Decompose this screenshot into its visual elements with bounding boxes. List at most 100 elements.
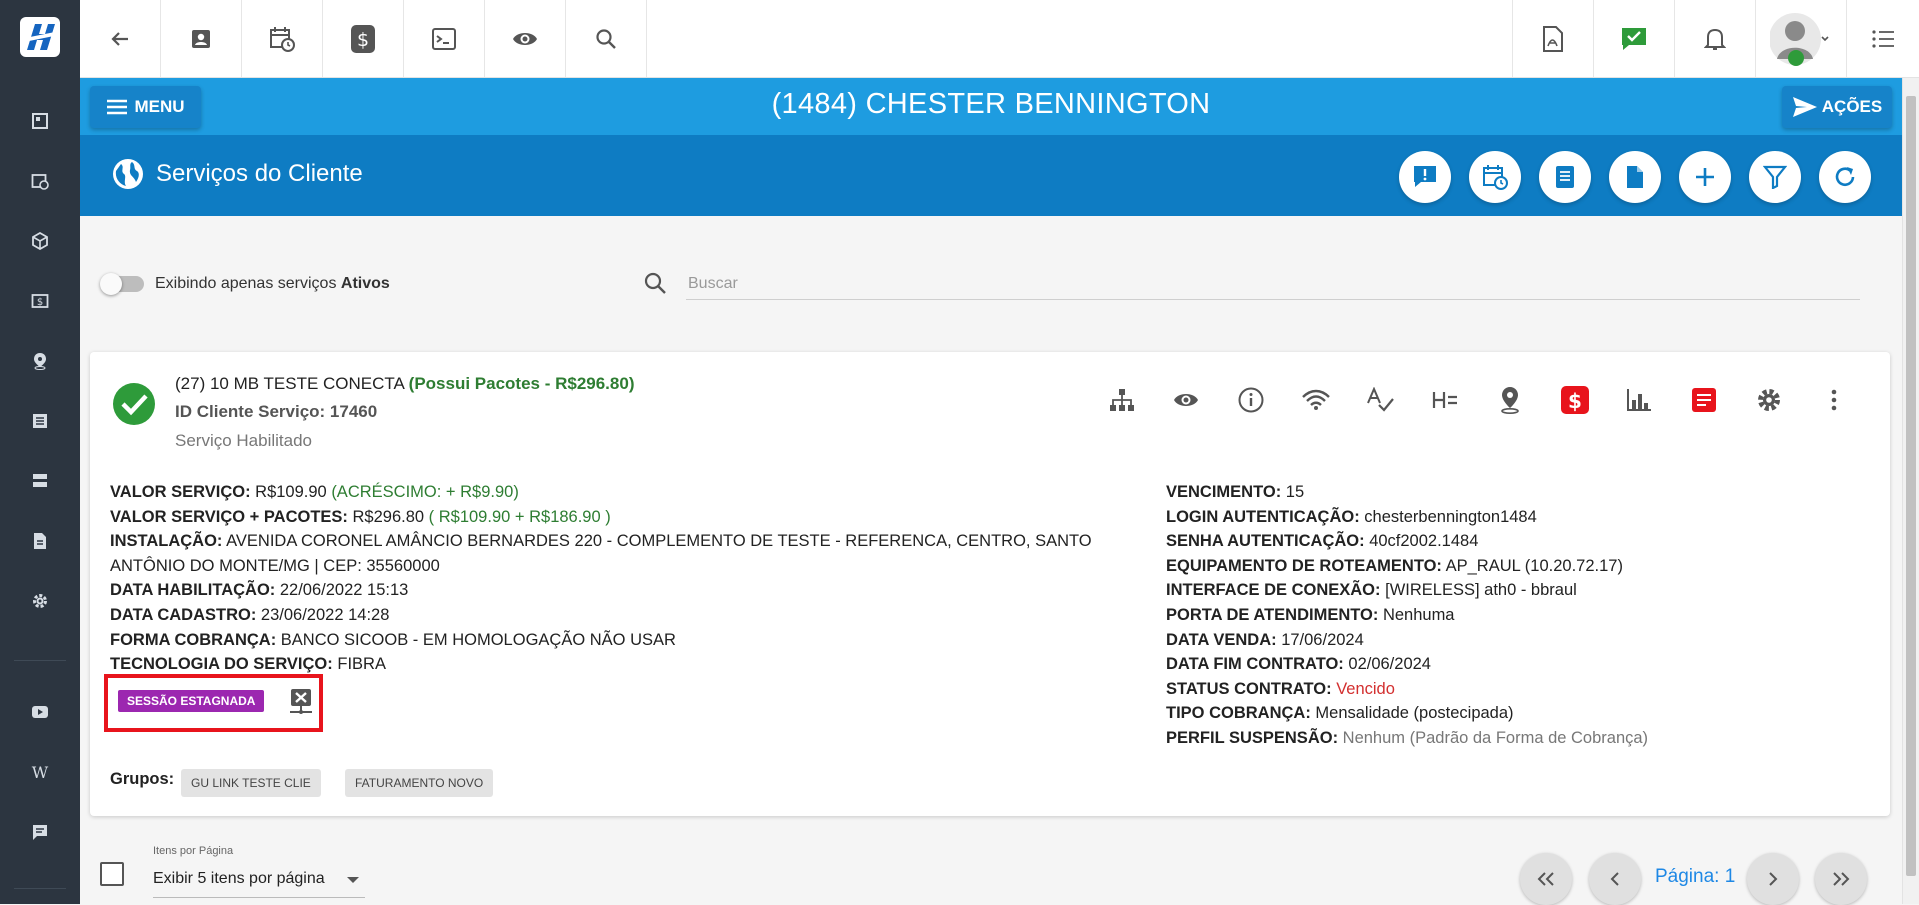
calendar-clock-icon[interactable] <box>1469 151 1521 203</box>
perfil-suspensao: PERFIL SUSPENSÃO: Nenhum (Padrão da Form… <box>1166 728 1649 747</box>
instalacao: INSTALAÇÃO: AVENIDA CORONEL AMÂNCIO BERN… <box>110 532 1092 575</box>
toggle-knob <box>100 273 122 295</box>
app-logo[interactable] <box>20 17 60 57</box>
youtube-icon[interactable] <box>28 700 52 724</box>
service-info-left: VALOR SERVIÇO: R$109.90 (ACRÉSCIMO: + R$… <box>110 480 1170 677</box>
data-fim-contrato: DATA FIM CONTRATO: 02/06/2024 <box>1166 655 1431 674</box>
status-contrato: STATUS CONTRATO: Vencido <box>1166 679 1395 698</box>
pdf-icon[interactable] <box>1512 0 1593 77</box>
forma-cobranca: FORMA COBRANÇA: BANCO SICOOB - EM HOMOLO… <box>110 630 676 649</box>
refresh-icon[interactable] <box>1819 151 1871 203</box>
eye-icon[interactable] <box>485 0 566 77</box>
interface-conexao: INTERFACE DE CONEXÃO: [WIRELESS] ath0 - … <box>1166 581 1577 600</box>
service-packages: (Possui Pacotes - R$296.80) <box>408 374 635 393</box>
settings-icon[interactable] <box>1753 384 1785 416</box>
service-id: ID Cliente Serviço: 17460 <box>175 402 378 421</box>
info-icon[interactable] <box>1235 384 1267 416</box>
alert-icon[interactable] <box>1399 151 1451 203</box>
map-pin-icon[interactable] <box>28 349 52 373</box>
chevron-right-icon <box>1769 872 1778 886</box>
prev-page-button[interactable] <box>1589 853 1641 905</box>
next-page-button[interactable] <box>1747 853 1799 905</box>
porta-atendimento: PORTA DE ATENDIMENTO: Nenhuma <box>1166 605 1455 624</box>
acoes-label: AÇÕES <box>1821 97 1883 116</box>
list-icon[interactable] <box>28 409 52 433</box>
more-vert-icon[interactable] <box>1818 384 1850 416</box>
page-title-wrap: Serviços do Cliente <box>112 158 363 190</box>
service-status: Serviço Habilitado <box>175 431 313 450</box>
back-arrow-icon[interactable] <box>80 0 161 77</box>
network-tree-icon[interactable] <box>1106 384 1138 416</box>
sidebar-divider <box>14 888 66 889</box>
data-venda: DATA VENDA: 17/06/2024 <box>1166 630 1364 649</box>
double-chevron-right-icon <box>1833 872 1850 886</box>
senha-autenticacao: SENHA AUTENTICAÇÃO: 40cf2002.1484 <box>1166 532 1479 551</box>
add-icon[interactable] <box>1679 151 1731 203</box>
service-info-right: VENCIMENTO: 15 LOGIN AUTENTICAÇÃO: chest… <box>1166 480 1866 751</box>
group-chip[interactable]: GU LINK TESTE CLIE <box>181 769 321 797</box>
vencimento: VENCIMENTO: 15 <box>1166 483 1305 501</box>
svg-text:$: $ <box>357 29 369 51</box>
perpage-label: Itens por Página <box>153 845 234 857</box>
document-icon[interactable] <box>28 529 52 553</box>
caret-down-icon <box>347 877 359 883</box>
package-icon[interactable] <box>28 229 52 253</box>
dashboard-icon[interactable] <box>28 109 52 133</box>
contact-icon[interactable] <box>161 0 242 77</box>
settings-icon[interactable] <box>28 589 52 613</box>
session-status-badge: SESSÃO ESTAGNADA <box>118 690 265 712</box>
top-toolbar: $ <box>80 0 1919 78</box>
disconnect-session-icon[interactable] <box>288 687 314 715</box>
toggle-label: Exibindo apenas serviços Ativos <box>155 275 390 293</box>
wiki-icon[interactable]: W <box>28 760 52 784</box>
calendar-clock-icon[interactable] <box>242 0 323 77</box>
chart-icon[interactable] <box>1623 384 1655 416</box>
check-message-icon[interactable] <box>1593 0 1674 77</box>
perpage-select[interactable]: Exibir 5 itens por página <box>153 862 365 898</box>
chat-icon[interactable] <box>28 820 52 844</box>
list-menu-icon[interactable] <box>1846 0 1919 77</box>
spellcheck-icon[interactable] <box>1364 384 1396 416</box>
chevron-left-icon <box>1610 872 1619 886</box>
group-chip[interactable]: FATURAMENTO NOVO <box>345 769 494 797</box>
search-input[interactable] <box>686 268 1860 300</box>
terminal-icon[interactable] <box>404 0 485 77</box>
equipamento-roteamento: EQUIPAMENTO DE ROTEAMENTO: AP_RAUL (10.2… <box>1166 556 1623 575</box>
avatar[interactable] <box>1755 0 1846 77</box>
server-icon[interactable] <box>28 469 52 493</box>
last-page-button[interactable] <box>1815 853 1867 905</box>
login-autenticacao: LOGIN AUTENTICAÇÃO: chesterbennington148… <box>1166 507 1537 526</box>
money-icon[interactable]: $ <box>28 289 52 313</box>
scroll-thumb[interactable] <box>1906 96 1916 876</box>
notes-icon[interactable] <box>1688 384 1720 416</box>
filter-icon[interactable] <box>1749 151 1801 203</box>
eye-icon[interactable] <box>1170 384 1202 416</box>
h-equal-icon[interactable] <box>1429 384 1461 416</box>
globe-icon <box>113 159 143 189</box>
page-scrollbar[interactable] <box>1902 78 1919 904</box>
file-icon[interactable] <box>1609 151 1661 203</box>
active-services-toggle[interactable] <box>100 273 144 295</box>
valor-servico: VALOR SERVIÇO: R$109.90 (ACRÉSCIMO: + R$… <box>110 483 519 501</box>
calendar-clock-icon[interactable] <box>28 169 52 193</box>
first-page-button[interactable] <box>1520 853 1572 905</box>
header-banner: MENU (1484) CHESTER BENNINGTON AÇÕES Ser… <box>80 78 1902 216</box>
dollar-icon[interactable]: $ <box>1559 384 1591 416</box>
toggle-text: Exibindo apenas serviços <box>155 275 341 292</box>
select-all-checkbox[interactable] <box>100 862 124 886</box>
page-indicator: Página: 1 <box>1655 866 1736 887</box>
tipo-cobranca: TIPO COBRANÇA: Mensalidade (postecipada) <box>1166 704 1514 723</box>
wifi-icon[interactable] <box>1300 384 1332 416</box>
dollar-icon[interactable]: $ <box>323 0 404 77</box>
check-circle-icon <box>112 382 156 426</box>
service-title: (27) 10 MB TESTE CONECTA (Possui Pacotes… <box>175 374 634 394</box>
client-title: (1484) CHESTER BENNINGTON <box>771 88 1211 120</box>
send-icon <box>1792 97 1817 117</box>
acoes-button[interactable]: AÇÕES <box>1782 86 1892 128</box>
search-icon[interactable] <box>566 0 647 77</box>
service-card: (27) 10 MB TESTE CONECTA (Possui Pacotes… <box>90 352 1890 816</box>
bell-icon[interactable] <box>1674 0 1755 77</box>
service-name: (27) 10 MB TESTE CONECTA <box>175 374 409 393</box>
map-pin-icon[interactable] <box>1494 384 1526 416</box>
receipt-icon[interactable] <box>1539 151 1591 203</box>
